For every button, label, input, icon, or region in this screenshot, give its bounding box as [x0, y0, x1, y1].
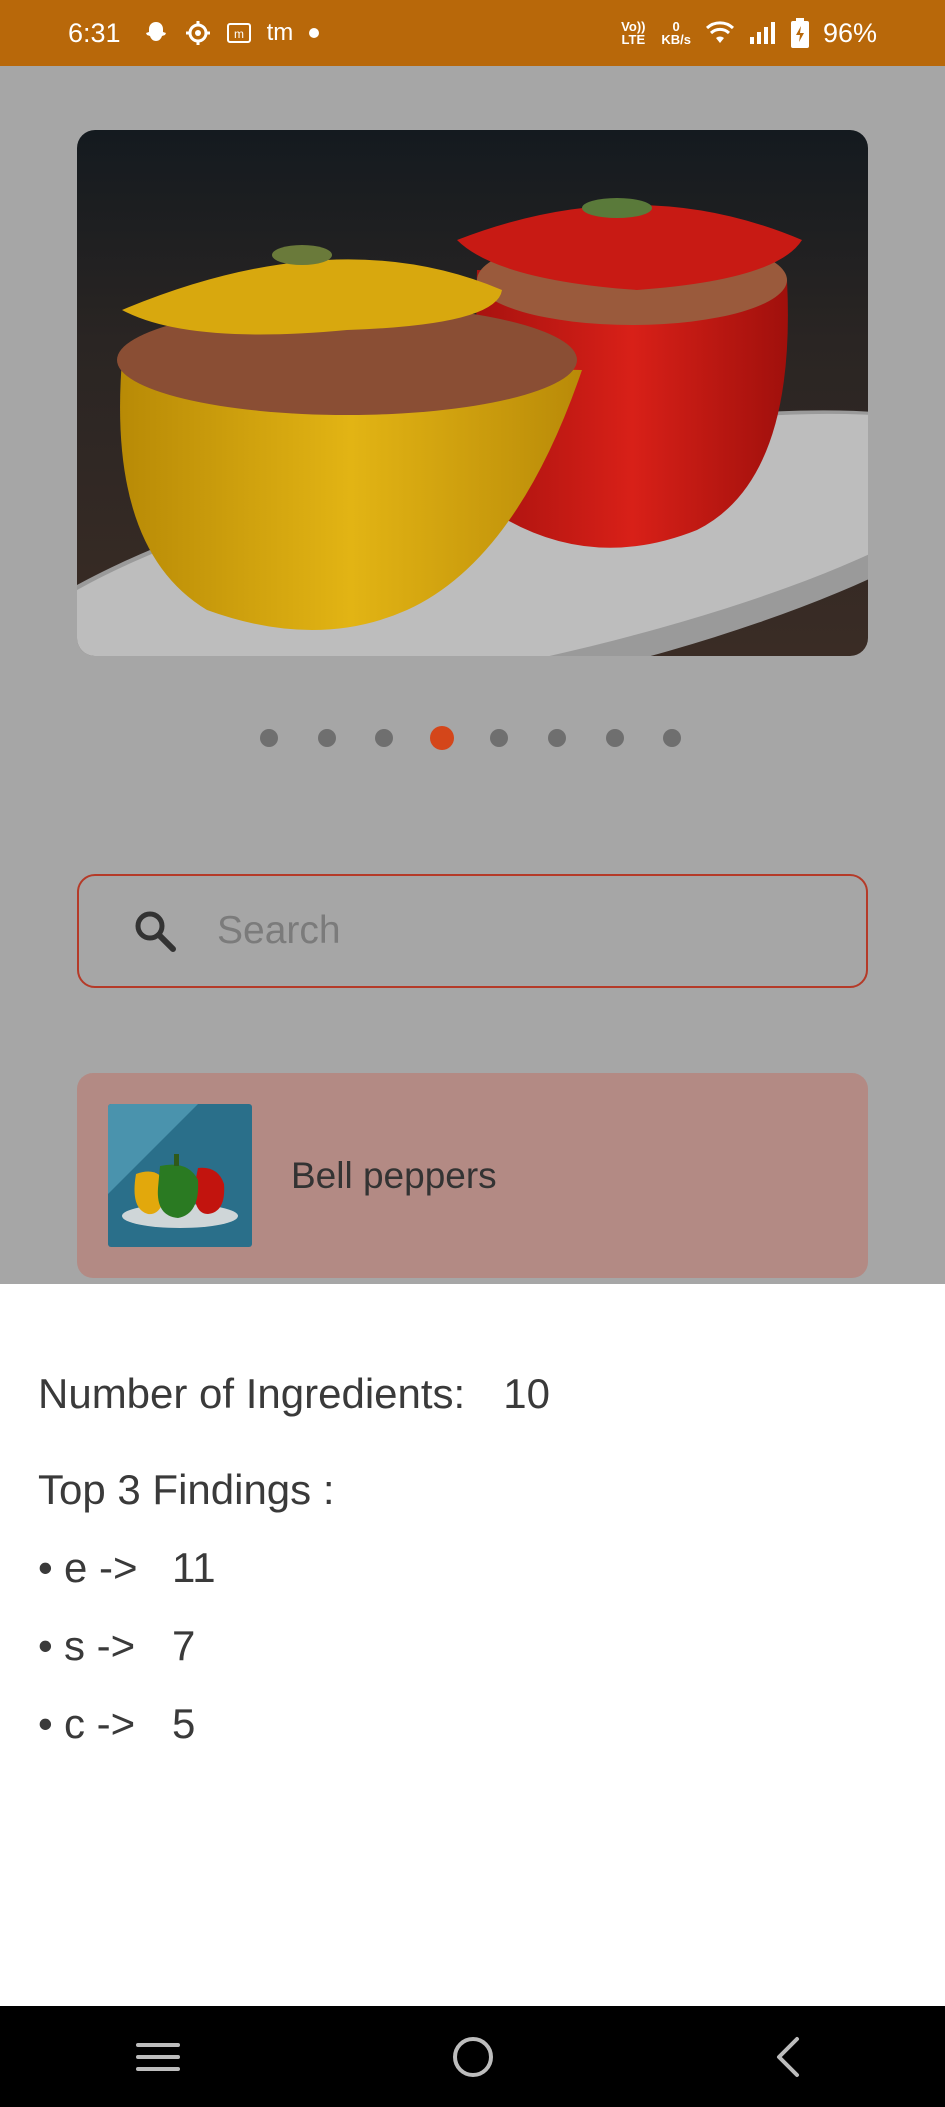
finding-row: • c -> 5: [38, 1700, 195, 1748]
back-icon[interactable]: [758, 2027, 818, 2087]
carousel-dot[interactable]: [317, 729, 336, 747]
result-label: Bell peppers: [291, 1154, 497, 1196]
ingredients-label: Number of Ingredients:: [38, 1370, 466, 1417]
battery-icon: [790, 18, 809, 48]
snapchat-icon: [143, 20, 169, 46]
volte-icon: Vo)) LTE: [621, 19, 646, 47]
net-speed: 0 KB/s: [661, 20, 691, 46]
status-time: 6:31: [68, 17, 121, 48]
status-right: Vo)) LTE 0 KB/s 96%: [619, 18, 877, 49]
signal-icon: [749, 21, 777, 45]
finding-bullet: •: [38, 1544, 53, 1591]
ingredients-row: Number of Ingredients: 10: [38, 1370, 550, 1418]
finding-value: 7: [172, 1622, 196, 1669]
status-bar: 6:31 m tm Vo)) LTE 0 KB/s 96%: [0, 0, 945, 66]
search-input[interactable]: Search: [217, 909, 341, 953]
carousel-dots: [0, 726, 945, 750]
finding-key: e ->: [64, 1544, 138, 1591]
tm-app-icon: tm: [266, 19, 294, 46]
search-box[interactable]: Search: [77, 874, 868, 988]
status-left: 6:31 m tm: [68, 17, 320, 49]
carousel-dot[interactable]: [375, 729, 394, 747]
finding-bullet: •: [38, 1700, 53, 1747]
settings-icon: [185, 20, 211, 46]
finding-row: • s -> 7: [38, 1622, 195, 1670]
carousel-image[interactable]: [77, 130, 868, 656]
home-icon[interactable]: [443, 2027, 503, 2087]
menu-icon[interactable]: [128, 2027, 188, 2087]
dot-icon: [309, 28, 320, 38]
search-icon: [131, 907, 179, 955]
bottom-sheet: Number of Ingredients: 10 Top 3 Findings…: [0, 1284, 945, 2006]
bell-peppers-thumbnail: [108, 1104, 252, 1247]
carousel-dot-active[interactable]: [429, 726, 454, 750]
stuffed-peppers-image: [77, 130, 868, 656]
navigation-bar: [0, 2006, 945, 2107]
finding-row: • e -> 11: [38, 1544, 216, 1592]
ingredients-value: 10: [503, 1370, 550, 1417]
carousel-dot[interactable]: [605, 729, 624, 747]
finding-bullet: •: [38, 1622, 53, 1669]
carousel-dot[interactable]: [548, 729, 566, 747]
finding-value: 5: [172, 1700, 196, 1747]
m-app-icon: m: [226, 23, 251, 43]
carousel-dot[interactable]: [490, 729, 509, 747]
finding-value: 11: [172, 1544, 216, 1591]
battery-percent: 96%: [822, 17, 877, 48]
findings-title: Top 3 Findings :: [38, 1466, 335, 1513]
net-speed-unit: KB/s: [661, 32, 691, 47]
wifi-icon: [705, 21, 735, 45]
carousel-dot[interactable]: [260, 729, 278, 747]
svg-text:m: m: [234, 27, 244, 41]
carousel-dot[interactable]: [663, 729, 682, 747]
finding-key: c ->: [64, 1700, 136, 1747]
finding-key: s ->: [64, 1622, 136, 1669]
result-card[interactable]: Bell peppers: [77, 1073, 868, 1278]
